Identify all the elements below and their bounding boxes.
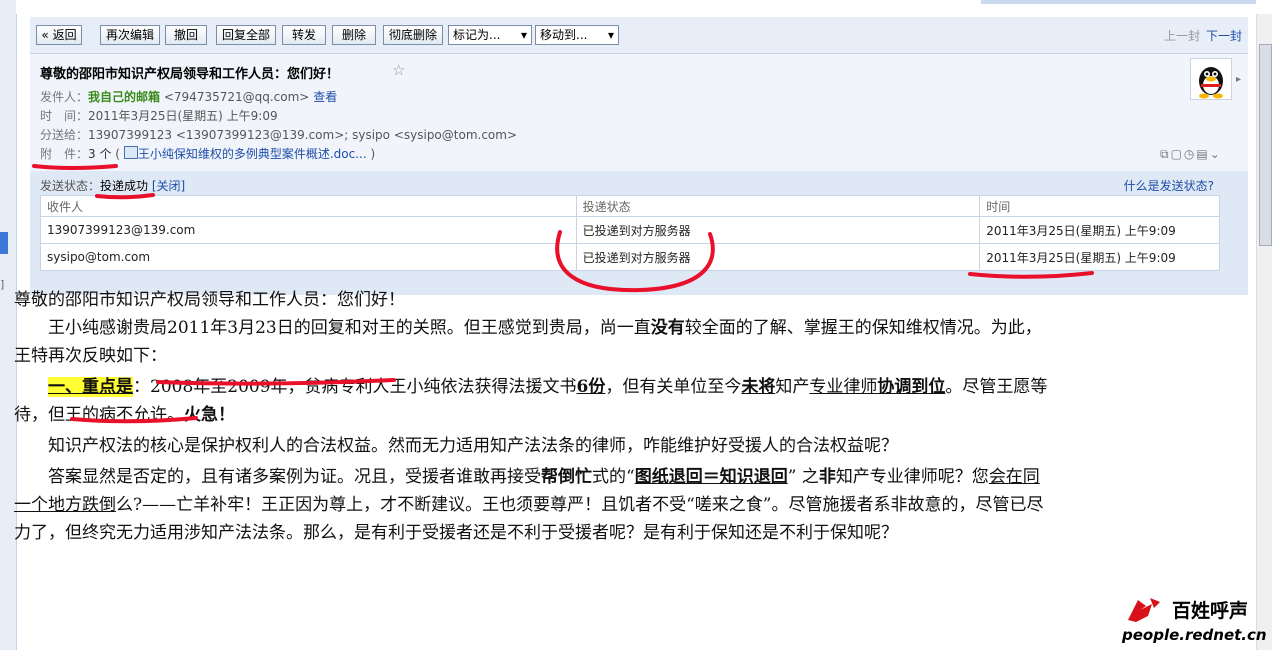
word-doc-icon	[123, 146, 138, 159]
top-edge	[16, 0, 1256, 14]
left-panel-selected-marker	[0, 232, 8, 254]
reply-all-button[interactable]: 回复全部	[216, 25, 276, 45]
left-panel-bracket-icon: ]	[0, 278, 5, 291]
mark-as-select[interactable]: 标记为... ▾	[448, 25, 532, 45]
table-row: 13907399123@139.com 已投递到对方服务器 2011年3月25日(星…	[40, 216, 1220, 244]
delivery-status-cell: 已投递到对方服务器	[575, 243, 981, 271]
prev-mail-link[interactable]: 上一封	[1164, 27, 1200, 44]
paragraph-1: 王小纯感谢贵局2011年3月23日的回复和对王的关照。但王感觉到贵局，尚一直没有…	[14, 318, 1042, 366]
sent-time: 2011年3月25日(星期五) 上午9:09	[88, 109, 278, 123]
mail-subject: 尊敬的邵阳市知识产权局领导和工作人员：您们好！	[40, 67, 340, 82]
forward-button[interactable]: 转发	[282, 25, 326, 45]
watermark-site: people.rednet.cn	[1122, 626, 1267, 644]
delivery-status-cell: 已投递到对方服务器	[575, 216, 981, 244]
back-button[interactable]: « 返回	[36, 25, 82, 45]
avatar[interactable]	[1190, 58, 1232, 100]
print-preview-icon[interactable]: ▢	[1171, 147, 1184, 161]
new-window-icon[interactable]: ⧉	[1160, 147, 1171, 161]
chevron-down-icon: ▾	[520, 28, 527, 42]
rednet-logo-icon	[1128, 598, 1160, 622]
send-status-value: 投递成功	[100, 179, 149, 193]
send-status-panel: 发送状态：投递成功 [关闭] 什么是发送状态? 收件人 投递状态 时间 139073…	[30, 171, 1248, 295]
attachments-line: 附 件：3 个 ( 王小纯保知维权的多例典型案件概述.doc... )	[40, 146, 376, 161]
watch-icon[interactable]: ◷	[1184, 147, 1196, 161]
next-mail-link[interactable]: 下一封	[1206, 27, 1242, 44]
paragraph-4: 答案显然是否定的，且有诸多案例为证。况且，受援者谁敢再接受帮倒忙式的“图纸退回＝…	[14, 467, 1044, 543]
recipient-cell: 13907399123@139.com	[40, 216, 577, 244]
table-row: sysipo@tom.com 已投递到对方服务器 2011年3月25日(星期五) 上…	[40, 243, 1220, 271]
watermark-brand: 百姓呼声	[1172, 600, 1249, 622]
attachment-count[interactable]: 3 个	[88, 147, 111, 161]
print-icon[interactable]: ▤	[1196, 147, 1209, 161]
close-status-link[interactable]: [关闭]	[152, 179, 185, 193]
reedit-button[interactable]: 再次编辑	[100, 25, 160, 45]
sender-address: <794735721@qq.com>	[163, 90, 310, 104]
send-status-line: 发送状态：投递成功 [关闭]	[40, 179, 186, 193]
mail-toolbar: « 返回 再次编辑 撤回 回复全部 转发 删除 彻底删除 标记为... ▾ 移动…	[30, 17, 1248, 54]
header-tool-icons: ⧉▢◷▤⌄	[1160, 147, 1222, 162]
from-line: 发件人：我自己的邮箱 <794735721@qq.com> 查看	[40, 90, 338, 104]
delivery-time-cell: 2011年3月25日(星期五) 上午9:09	[979, 243, 1220, 271]
send-status-table: 收件人 投递状态 时间 13907399123@139.com 已投递到对方服务器 20…	[40, 195, 1220, 271]
star-icon[interactable]: ☆	[392, 61, 405, 79]
move-to-select[interactable]: 移动到... ▾	[535, 25, 619, 45]
mark-as-label: 标记为...	[453, 28, 501, 42]
chevron-down-icon: ▾	[607, 28, 614, 42]
status-column-header: 时间	[979, 195, 1220, 217]
expand-icon[interactable]: ⌄	[1210, 147, 1222, 161]
what-is-send-status-link[interactable]: 什么是发送状态?	[1124, 177, 1214, 194]
mail-body: 尊敬的邵阳市知识产权局领导和工作人员：您们好！ 王小纯感谢贵局2011年3月23…	[14, 278, 1054, 547]
attachment-link[interactable]: 王小纯保知维权的多例典型案件概述.doc...	[138, 147, 367, 161]
status-column-header: 投递状态	[575, 195, 981, 217]
purge-button[interactable]: 彻底删除	[383, 25, 443, 45]
vertical-scrollbar[interactable]	[1256, 14, 1272, 650]
sender-name[interactable]: 我自己的邮箱	[88, 90, 160, 104]
delivery-time-cell: 2011年3月25日(星期五) 上午9:09	[979, 216, 1220, 244]
delete-button[interactable]: 删除	[332, 25, 376, 45]
recall-button[interactable]: 撤回	[165, 25, 207, 45]
status-column-header: 收件人	[40, 195, 577, 217]
recipients: 13907399123 <13907399123@139.com>; sysip…	[88, 128, 518, 142]
view-contact-link[interactable]: 查看	[313, 90, 337, 104]
qq-penguin-icon	[1199, 67, 1223, 99]
recipients-line: 分送给：13907399123 <13907399123@139.com>; s…	[40, 128, 518, 142]
move-to-label: 移动到...	[540, 28, 588, 42]
mail-header: 尊敬的邵阳市知识产权局领导和工作人员：您们好！ ☆ 发件人：我自己的邮箱 <79…	[30, 54, 1248, 171]
scrollbar-thumb[interactable]	[1259, 44, 1272, 246]
paragraph-2: 一、重点是：2008年至2009年，贫病专利人王小纯依法获得法援文书6份，但有关…	[14, 377, 1048, 425]
time-line: 时 间：2011年3月25日(星期五) 上午9:09	[40, 109, 278, 123]
chevron-right-icon[interactable]: ▸	[1236, 74, 1241, 85]
recipient-cell: sysipo@tom.com	[40, 243, 577, 271]
paragraph-3: 知识产权法的核心是保护权利人的合法权益。然而无力适用知产法法条的律师，咋能维护好…	[48, 436, 898, 456]
greeting: 尊敬的邵阳市知识产权局领导和工作人员：您们好！	[14, 290, 405, 310]
